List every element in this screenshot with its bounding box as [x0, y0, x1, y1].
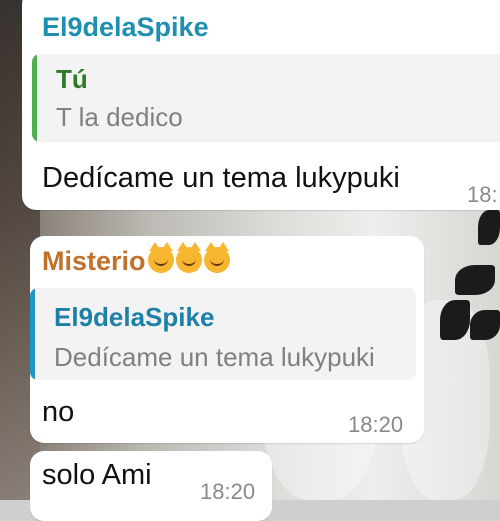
- smiling-cat-icon: [203, 242, 230, 273]
- sender-name-text: Misterio: [42, 246, 146, 276]
- reply-quote-sender: Tú: [56, 64, 88, 94]
- reply-quote-bar: [30, 288, 35, 380]
- reply-quote-bar: [32, 54, 37, 142]
- message-text: solo Ami: [42, 459, 152, 491]
- message-bubble[interactable]: Misterio El9delaSpike Dedícame un tema l…: [30, 236, 424, 443]
- wallpaper-leaf: [455, 265, 495, 295]
- reply-quote-sender: El9delaSpike: [54, 302, 215, 332]
- reply-quote-text: T la dedico: [56, 102, 183, 132]
- kissing-cat-icon: [147, 242, 174, 273]
- wallpaper-leaf: [470, 310, 500, 340]
- wallpaper-leaf: [440, 300, 470, 340]
- wallpaper-leaf: [478, 210, 500, 245]
- message-time: 18:20: [200, 479, 256, 504]
- message-time: 18:: [467, 182, 498, 207]
- message-text: Dedícame un tema lukypuki: [42, 162, 400, 194]
- sender-name[interactable]: Misterio: [42, 242, 230, 277]
- message-text: no: [42, 396, 75, 428]
- message-time: 18:20: [348, 412, 404, 437]
- message-bubble[interactable]: El9delaSpike Tú T la dedico Dedícame un …: [22, 0, 500, 210]
- message-bubble[interactable]: solo Ami 18:20: [30, 451, 272, 521]
- sender-name[interactable]: El9delaSpike: [42, 12, 209, 43]
- reply-quote[interactable]: Tú T la dedico: [32, 54, 500, 142]
- reply-quote-text: Dedícame un tema lukypuki: [54, 342, 375, 372]
- pouting-cat-icon: [175, 242, 202, 273]
- reply-quote[interactable]: El9delaSpike Dedícame un tema lukypuki: [30, 288, 416, 380]
